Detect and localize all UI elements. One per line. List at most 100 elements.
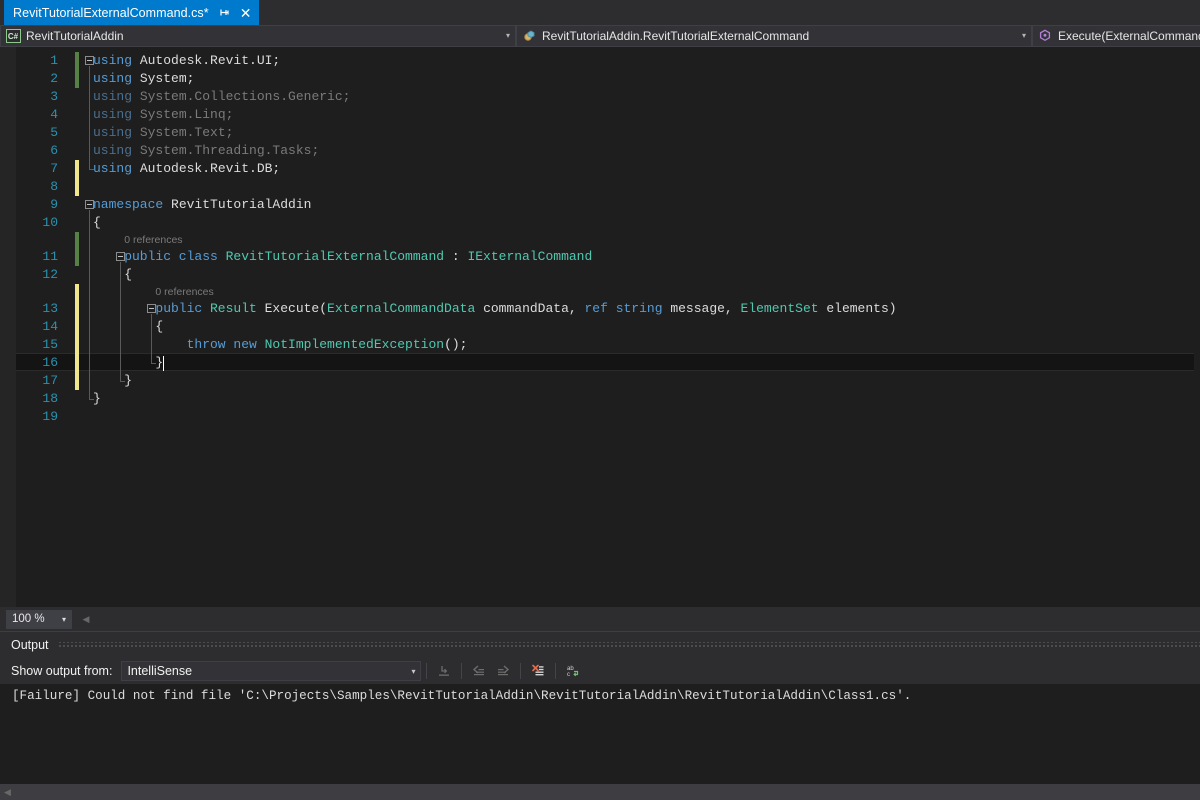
- close-icon[interactable]: ✕: [239, 6, 253, 20]
- line-number: 6: [50, 143, 58, 158]
- code-line-text: public Result Execute(ExternalCommandDat…: [155, 301, 897, 316]
- output-panel-toolbar: Show output from: IntelliSense ▾ ab c: [0, 658, 1200, 684]
- editor-tab-strip: RevitTutorialExternalCommand.cs* ✕: [0, 0, 1200, 25]
- code-line-text: throw new NotImplementedException();: [186, 337, 468, 352]
- code-line-text: using System;: [93, 71, 195, 86]
- output-source-dropdown[interactable]: IntelliSense ▾: [121, 661, 422, 681]
- code-line-text: public class RevitTutorialExternalComman…: [124, 249, 593, 264]
- line-number: 7: [50, 161, 58, 176]
- show-output-from-label: Show output from:: [11, 664, 113, 678]
- output-horizontal-scrollbar[interactable]: ◀: [0, 784, 1200, 800]
- code-line[interactable]: 7 using Autodesk.Revit.DB;: [0, 160, 1200, 178]
- line-number: 2: [50, 71, 58, 86]
- line-number: 10: [42, 215, 58, 230]
- output-panel-header: Output: [0, 632, 1200, 658]
- project-dropdown[interactable]: C# RevitTutorialAddin ▾: [0, 25, 516, 47]
- line-number: 11: [42, 249, 58, 264]
- go-to-next-message-button[interactable]: [491, 660, 515, 682]
- code-line[interactable]: 18}: [0, 390, 1200, 408]
- code-line[interactable]: 19: [0, 408, 1200, 426]
- editor-hscroll-left-arrow[interactable]: ◀: [79, 610, 93, 628]
- project-dropdown-label: RevitTutorialAddin: [26, 29, 124, 43]
- code-line[interactable]: 17}: [0, 372, 1200, 390]
- text-caret: [163, 356, 165, 371]
- zoom-level-dropdown[interactable]: 100 % ▾: [6, 609, 72, 629]
- line-number: 12: [42, 267, 58, 282]
- line-number: 3: [50, 89, 58, 104]
- code-line[interactable]: 8: [0, 178, 1200, 196]
- code-editor[interactable]: 0 references 0 references 1 using Autodesk.…: [0, 47, 1200, 607]
- line-number: 19: [42, 409, 58, 424]
- code-text-area[interactable]: 0 references 0 references 1 using Autodesk.…: [0, 47, 1200, 607]
- code-line-text: using Autodesk.Revit.UI;: [93, 53, 281, 68]
- code-line[interactable]: 3 using System.Collections.Generic;: [0, 88, 1200, 106]
- line-number: 16: [42, 355, 58, 370]
- code-line[interactable]: 1 using Autodesk.Revit.UI;: [0, 52, 1200, 70]
- csharp-project-icon: C#: [5, 28, 21, 44]
- code-line-text: {: [124, 267, 132, 282]
- panel-drag-grip[interactable]: [57, 641, 1200, 649]
- code-line[interactable]: 15 throw new NotImplementedException();: [0, 336, 1200, 354]
- visual-studio-window: RevitTutorialExternalCommand.cs* ✕ C# Re…: [0, 0, 1200, 800]
- toolbar-separator: [426, 663, 428, 679]
- output-message-line: [Failure] Could not find file 'C:\Projec…: [12, 689, 912, 703]
- type-dropdown[interactable]: RevitTutorialAddin.RevitTutorialExternal…: [516, 25, 1032, 47]
- line-number: 4: [50, 107, 58, 122]
- codelens-references-11[interactable]: 0 references: [0, 232, 1200, 248]
- output-text-area[interactable]: [Failure] Could not find file 'C:\Projec…: [0, 684, 1200, 800]
- line-number: 8: [50, 179, 58, 194]
- member-dropdown[interactable]: Execute(ExternalCommandD: [1032, 25, 1200, 47]
- code-line[interactable]: 12 {: [0, 266, 1200, 284]
- code-line-text: {: [155, 319, 164, 334]
- code-line[interactable]: 10 {: [0, 214, 1200, 232]
- tab-title: RevitTutorialExternalCommand.cs*: [13, 5, 209, 20]
- code-line[interactable]: 11 public class RevitTutorialExternalComm…: [0, 248, 1200, 266]
- code-line-text: using System.Text;: [93, 125, 234, 140]
- code-line-text: using System.Linq;: [93, 107, 234, 122]
- go-to-previous-message-button[interactable]: [467, 660, 491, 682]
- code-line[interactable]: 4 using System.Linq;: [0, 106, 1200, 124]
- line-number: 15: [42, 337, 58, 352]
- code-line-text: }: [124, 373, 132, 388]
- pin-icon[interactable]: [218, 6, 231, 19]
- toolbar-separator: [555, 663, 557, 679]
- method-icon: [1037, 28, 1053, 44]
- line-number: 17: [42, 373, 58, 388]
- scroll-left-arrow-icon[interactable]: ◀: [0, 787, 15, 798]
- code-line-text: namespace RevitTutorialAddin: [93, 197, 312, 212]
- code-line[interactable]: 5 using System.Text;: [0, 124, 1200, 142]
- line-number: 13: [42, 301, 58, 316]
- member-dropdown-label: Execute(ExternalCommandD: [1058, 29, 1200, 43]
- code-line-text: }: [155, 355, 164, 370]
- clear-all-button[interactable]: [526, 660, 550, 682]
- chevron-down-icon[interactable]: ▾: [501, 26, 515, 46]
- chevron-down-icon[interactable]: ▾: [1017, 26, 1031, 46]
- code-line-text: using System.Threading.Tasks;: [93, 143, 320, 158]
- code-line[interactable]: 6 using System.Threading.Tasks;: [0, 142, 1200, 160]
- code-line[interactable]: 9 namespace RevitTutorialAddin: [0, 196, 1200, 214]
- code-line[interactable]: 13 public Result Execute(ExternalCommandD…: [0, 300, 1200, 318]
- line-number: 5: [50, 125, 58, 140]
- line-number: 9: [50, 197, 58, 212]
- output-panel-title: Output: [11, 638, 49, 652]
- editor-tab-revittutorialexternalcommand[interactable]: RevitTutorialExternalCommand.cs* ✕: [4, 0, 259, 25]
- code-line[interactable]: 14 {: [0, 318, 1200, 336]
- code-line-text: using Autodesk.Revit.DB;: [93, 161, 281, 176]
- line-number: 14: [42, 319, 58, 334]
- output-source-value: IntelliSense: [127, 664, 193, 678]
- toggle-word-wrap-button[interactable]: ab c: [561, 660, 585, 682]
- code-line-text: using System.Collections.Generic;: [93, 89, 351, 104]
- chevron-down-icon[interactable]: ▾: [406, 667, 420, 676]
- code-line-text: }: [93, 391, 101, 406]
- toolbar-separator: [520, 663, 522, 679]
- zoom-level-value: 100 %: [12, 613, 45, 625]
- chevron-down-icon[interactable]: ▾: [57, 615, 71, 624]
- line-number: 18: [42, 391, 58, 406]
- output-panel: Output Show output from: IntelliSense ▾: [0, 631, 1200, 800]
- find-message-in-code-button[interactable]: [432, 660, 456, 682]
- codelens-references-13[interactable]: 0 references: [0, 284, 1200, 300]
- code-line[interactable]: 2 using System;: [0, 70, 1200, 88]
- code-line[interactable]: 16}: [0, 354, 1200, 372]
- navigation-bar: C# RevitTutorialAddin ▾ RevitTutorialAdd…: [0, 25, 1200, 47]
- svg-text:c: c: [567, 672, 570, 678]
